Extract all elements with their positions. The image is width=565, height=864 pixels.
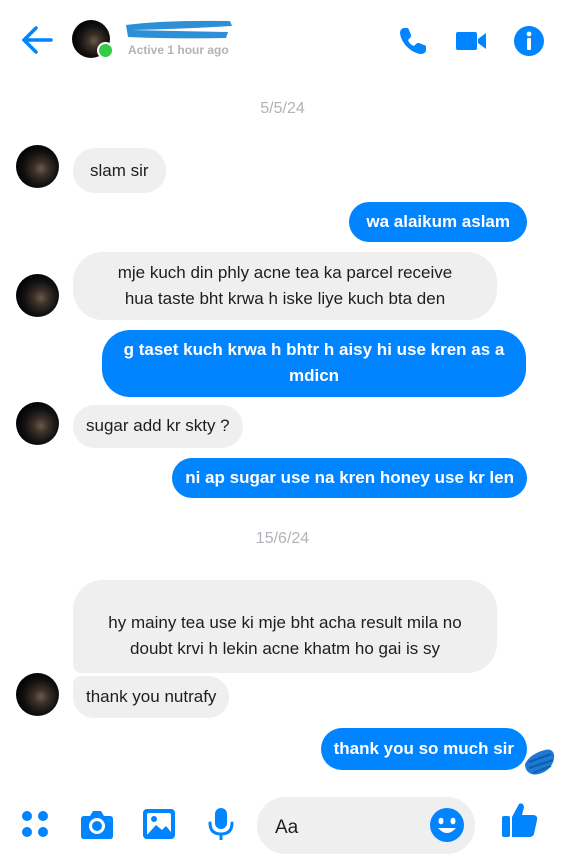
phone-icon[interactable] (396, 24, 430, 58)
contact-avatar-small[interactable] (16, 145, 59, 188)
message-bubble-outgoing[interactable]: ni ap sugar use na kren honey use kr len (172, 458, 527, 498)
contact-avatar-small[interactable] (16, 274, 59, 317)
redacted-contact-name (126, 20, 232, 39)
gallery-icon[interactable] (141, 806, 177, 842)
message-text-line: mje kuch din phly acne tea ka parcel rec… (117, 263, 453, 282)
message-text: ni ap sugar use na kren honey use kr len (185, 468, 514, 487)
message-bubble-incoming[interactable]: sugar add kr skty ? (73, 405, 243, 448)
avatar-image (16, 402, 59, 445)
message-bubble-outgoing[interactable]: thank you so much sir (320, 728, 527, 770)
message-text: thank you nutrafy (86, 687, 217, 706)
message-composer (0, 790, 565, 864)
message-text-line: mdicn (288, 366, 340, 385)
emoji-icon[interactable] (429, 807, 465, 843)
message-bubble-incoming[interactable]: thank you nutrafy (73, 676, 230, 718)
active-status: Active 1 hour ago (128, 43, 229, 57)
camera-icon[interactable] (79, 806, 115, 842)
message-bubble-outgoing[interactable]: wa alaikum aslam (349, 202, 527, 242)
menu-dots-icon[interactable] (17, 806, 53, 842)
message-bubble-incoming[interactable]: mje kuch din phly acne tea ka parcel rec… (73, 252, 497, 320)
message-text: sugar add kr skty ? (86, 416, 230, 435)
message-text-line: g taset kuch krwa h bhtr h aisy hi use k… (123, 340, 505, 359)
microphone-icon[interactable] (203, 806, 239, 842)
date-separator: 5/5/24 (260, 100, 305, 117)
message-bubble-incoming[interactable]: slam sir (73, 148, 166, 193)
date-separator: 15/6/24 (255, 530, 310, 547)
message-bubble-outgoing[interactable]: g taset kuch krwa h bhtr h aisy hi use k… (102, 330, 526, 397)
avatar-image (16, 274, 59, 317)
message-text-line: hua taste bht krwa h iske liye kuch bta … (124, 289, 446, 308)
message-input[interactable] (275, 817, 425, 839)
message-input-box[interactable] (257, 797, 475, 854)
online-status-dot (97, 42, 114, 59)
contact-avatar-small[interactable] (16, 402, 59, 445)
message-text: slam sir (90, 161, 149, 180)
contact-avatar-small[interactable] (16, 673, 59, 716)
info-icon[interactable] (512, 24, 546, 58)
chat-header: Active 1 hour ago (0, 0, 565, 80)
message-text-line: doubt krvi h lekin acne khatm ho gai is … (130, 639, 440, 658)
avatar-image (16, 145, 59, 188)
message-text-line: hy mainy tea use ki mje bht acha result … (108, 613, 462, 632)
scribbled-read-receipt (525, 749, 555, 775)
back-arrow-icon[interactable] (20, 24, 54, 56)
message-text: thank you so much sir (333, 739, 514, 758)
video-camera-icon[interactable] (454, 24, 488, 58)
message-bubble-incoming[interactable]: hy mainy tea use ki mje bht acha result … (73, 580, 497, 673)
thumbs-up-icon[interactable] (500, 800, 540, 840)
avatar-image (16, 673, 59, 716)
contact-avatar[interactable] (72, 20, 114, 59)
message-text: wa alaikum aslam (366, 212, 510, 231)
